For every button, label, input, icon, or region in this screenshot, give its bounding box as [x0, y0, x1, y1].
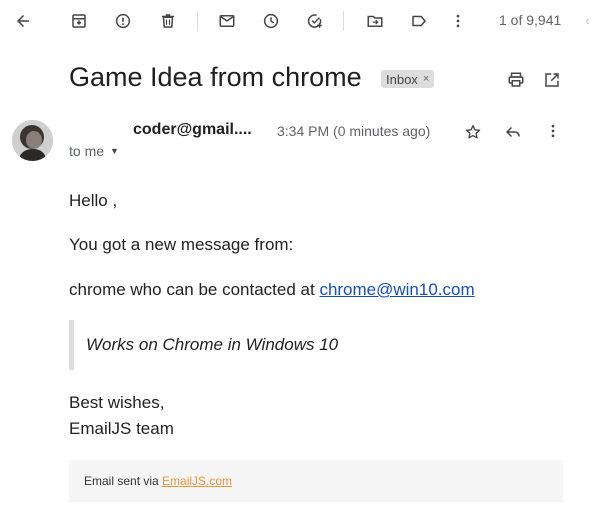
quote-text: Works on Chrome in Windows 10: [86, 335, 339, 354]
signoff-line-2: EmailJS team: [69, 419, 174, 438]
message-quote: Works on Chrome in Windows 10: [69, 320, 369, 370]
contact-email-link[interactable]: chrome@win10.com: [319, 280, 474, 299]
email-toolbar: 1 of 9,941 ‹: [0, 0, 594, 42]
archive-icon[interactable]: [68, 10, 90, 32]
remove-label-icon[interactable]: ×: [423, 73, 429, 85]
toolbar-divider: [343, 11, 344, 31]
add-task-icon[interactable]: [304, 10, 326, 32]
recipient-details-toggle[interactable]: to me ▼: [69, 143, 119, 159]
recipient-label: to me: [69, 143, 105, 159]
star-icon[interactable]: [462, 121, 484, 143]
more-vert-icon[interactable]: [447, 10, 469, 32]
footer-prefix: Email sent via: [84, 474, 163, 488]
sender-name[interactable]: coder@gmail....: [133, 121, 252, 139]
inbox-label-text: Inbox: [386, 71, 418, 87]
inbox-label-badge[interactable]: Inbox ×: [381, 70, 435, 88]
mark-unread-icon[interactable]: [216, 10, 238, 32]
footer-text: Email sent via EmailJS.com: [84, 474, 232, 488]
message-more-icon[interactable]: [542, 120, 564, 142]
newer-chevron-icon[interactable]: ‹: [585, 12, 590, 28]
open-in-new-window-icon[interactable]: [541, 69, 563, 91]
report-spam-icon[interactable]: [112, 10, 134, 32]
email-subject: Game Idea from chrome: [69, 62, 362, 92]
delete-icon[interactable]: [157, 10, 179, 32]
body-line-2-text: chrome who can be contacted at: [69, 280, 320, 299]
signoff-line-1: Best wishes,: [69, 393, 165, 412]
body-line-1: You got a new message from:: [69, 235, 294, 254]
email-timestamp: 3:34 PM (0 minutes ago): [277, 123, 431, 139]
message-counter: 1 of 9,941: [499, 12, 562, 28]
email-footer: Email sent via EmailJS.com: [69, 460, 563, 502]
label-icon[interactable]: [408, 10, 430, 32]
greeting: Hello ,: [69, 191, 118, 210]
sender-avatar[interactable]: [12, 120, 53, 161]
snooze-icon[interactable]: [260, 10, 282, 32]
move-to-icon[interactable]: [364, 10, 386, 32]
toolbar-divider: [197, 11, 198, 31]
caret-down-icon: ▼: [110, 146, 119, 156]
body-line-2: chrome who can be contacted at chrome@wi…: [69, 280, 475, 300]
emailjs-link[interactable]: EmailJS.com: [162, 474, 232, 488]
reply-icon[interactable]: [502, 121, 524, 143]
print-icon[interactable]: [505, 69, 527, 91]
back-arrow-icon[interactable]: [12, 10, 34, 32]
